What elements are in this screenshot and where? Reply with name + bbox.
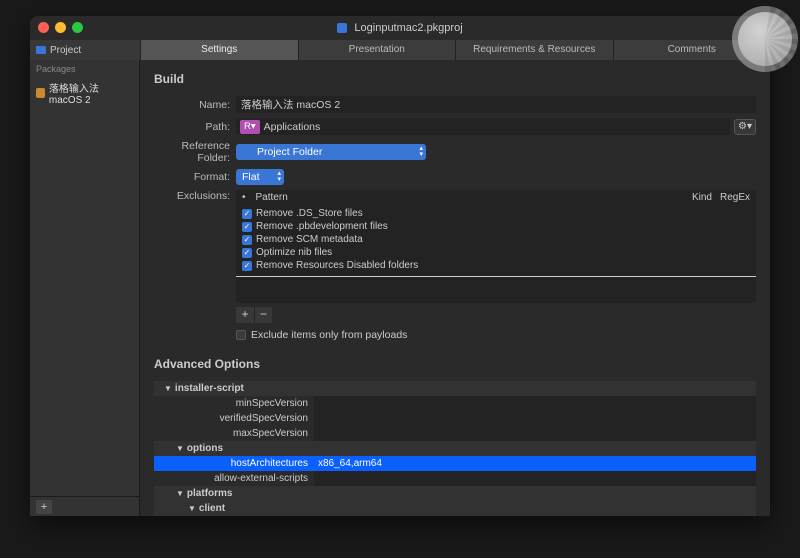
- checkbox-icon[interactable]: ✓: [242, 222, 252, 232]
- adv-group-platforms[interactable]: ▼platforms: [154, 486, 756, 501]
- disclosure-down-icon: ▼: [176, 489, 184, 498]
- chevron-updown-icon: ▴▾: [419, 146, 423, 158]
- path-field[interactable]: R▾ Applications: [236, 118, 730, 135]
- sidebar-add-button[interactable]: +: [36, 500, 52, 514]
- path-prefix-badge[interactable]: R▾: [240, 120, 260, 134]
- exclude-only-checkbox[interactable]: [236, 330, 246, 340]
- exclusion-row[interactable]: ✓Remove .pbdevelopment files: [236, 220, 756, 233]
- exclusion-add-button[interactable]: +: [236, 307, 254, 323]
- checkbox-icon[interactable]: ✓: [242, 248, 252, 258]
- package-icon: [36, 88, 45, 98]
- exclusions-col-regex: RegEx: [720, 192, 750, 203]
- exclusions-label: Exclusions:: [154, 190, 236, 202]
- path-label: Path:: [154, 121, 236, 133]
- format-label: Format:: [154, 171, 236, 183]
- folder-icon: [242, 147, 254, 157]
- tab-settings[interactable]: Settings: [140, 40, 298, 60]
- folder-icon: [36, 46, 46, 54]
- tab-requirements[interactable]: Requirements & Resources: [455, 40, 613, 60]
- project-label: Project: [50, 45, 81, 56]
- maximize-button[interactable]: [72, 22, 83, 33]
- adv-row-minspecversion[interactable]: minSpecVersion: [154, 396, 756, 411]
- minimize-button[interactable]: [55, 22, 66, 33]
- disclosure-down-icon: ▼: [188, 504, 196, 513]
- path-value: Applications: [264, 121, 321, 133]
- close-button[interactable]: [38, 22, 49, 33]
- reference-folder-select[interactable]: Project Folder ▴▾: [236, 144, 426, 160]
- format-value: Flat: [242, 171, 260, 183]
- exclusion-row[interactable]: ✓Remove .DS_Store files: [236, 207, 756, 220]
- exclude-only-label: Exclude items only from payloads: [251, 329, 407, 341]
- exclusions-bullet: •: [242, 192, 246, 203]
- adv-row-verifiedspecversion[interactable]: verifiedSpecVersion: [154, 411, 756, 426]
- sidebar-item-label: 落格输入法 macOS 2: [49, 80, 133, 106]
- exclusions-list: ✓Remove .DS_Store files ✓Remove .pbdevel…: [236, 205, 756, 303]
- sidebar-header: Packages: [30, 60, 139, 78]
- exclusions-col-pattern: Pattern: [256, 192, 288, 203]
- adv-group-client[interactable]: ▼client: [154, 501, 756, 516]
- adv-row-maxspecversion[interactable]: maxSpecVersion: [154, 426, 756, 441]
- checkbox-icon[interactable]: ✓: [242, 209, 252, 219]
- exclusion-row[interactable]: ✓Remove Resources Disabled folders: [236, 259, 756, 272]
- exclusion-row[interactable]: ✓Remove SCM metadata: [236, 233, 756, 246]
- file-icon: [337, 23, 347, 33]
- disclosure-down-icon: ▼: [176, 444, 184, 453]
- window-titlebar: Loginputmac2.pkgproj: [30, 16, 770, 40]
- adv-row-allow-external-scripts[interactable]: allow-external-scripts: [154, 471, 756, 486]
- chevron-updown-icon: ▴▾: [277, 171, 281, 183]
- project-toggle[interactable]: Project: [30, 40, 140, 60]
- adv-row-hostarchitectures[interactable]: hostArchitecturesx86_64,arm64: [154, 456, 756, 471]
- name-label: Name:: [154, 99, 236, 111]
- sidebar-item-package[interactable]: 落格输入法 macOS 2: [30, 78, 139, 108]
- tab-presentation[interactable]: Presentation: [298, 40, 456, 60]
- checkbox-icon[interactable]: ✓: [242, 235, 252, 245]
- advanced-section-title: Advanced Options: [154, 357, 756, 371]
- authenticity-seal-icon: [738, 12, 792, 66]
- name-input[interactable]: [236, 96, 756, 113]
- exclusions-col-kind: Kind: [692, 192, 712, 203]
- format-select[interactable]: Flat ▴▾: [236, 169, 284, 185]
- window-title: Loginputmac2.pkgproj: [354, 22, 462, 34]
- build-section-title: Build: [154, 72, 756, 86]
- reference-value: Project Folder: [257, 146, 322, 158]
- traffic-lights: [38, 22, 83, 33]
- checkbox-icon[interactable]: ✓: [242, 261, 252, 271]
- exclusion-remove-button[interactable]: −: [254, 307, 272, 323]
- exclusions-header: • Pattern Kind RegEx: [236, 190, 756, 205]
- path-gear-button[interactable]: ⚙▾: [734, 119, 756, 135]
- reference-label: Reference Folder:: [154, 140, 236, 164]
- exclusion-row[interactable]: ✓Optimize nib files: [236, 246, 756, 259]
- adv-group-installer-script[interactable]: ▼installer-script: [154, 381, 756, 396]
- disclosure-down-icon: ▼: [164, 384, 172, 393]
- adv-group-options[interactable]: ▼options: [154, 441, 756, 456]
